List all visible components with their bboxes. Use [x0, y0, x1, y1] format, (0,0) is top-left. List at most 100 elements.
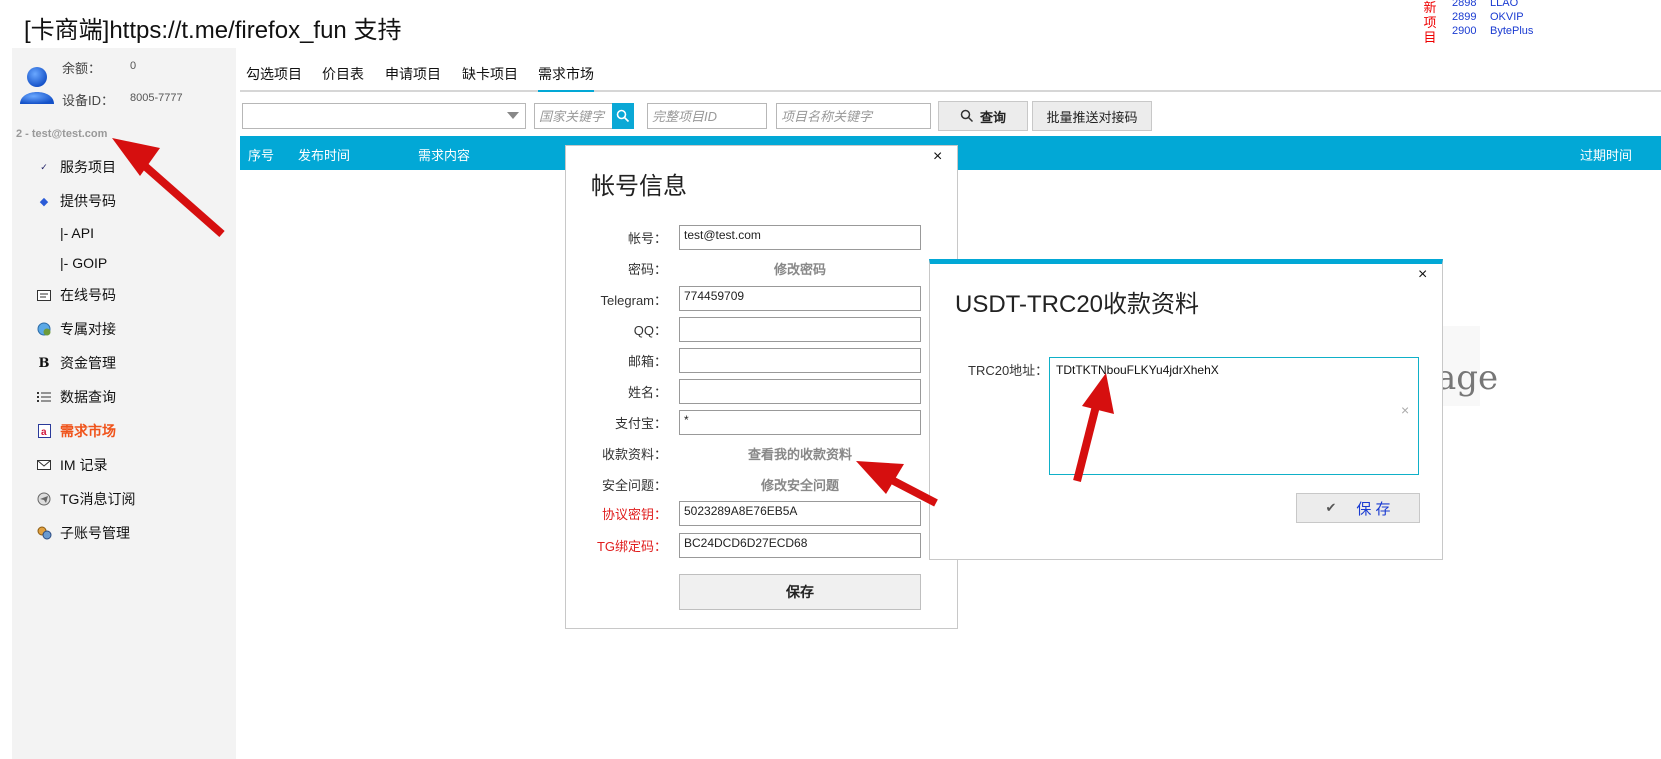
new-projects-panel: 新项目 2898 LLAO 2899 OKVIP 2900 BytePlus — [1422, 0, 1642, 48]
sidebar-item-sub-accounts[interactable]: 子账号管理 — [12, 516, 236, 550]
account-label: 帐号： — [627, 231, 667, 246]
device-id-label: 设备ID： — [62, 93, 115, 108]
market-icon: a — [36, 423, 52, 439]
watermark-text: age — [1436, 358, 1499, 398]
trc20-address-field[interactable]: TDtTKTNbouFLKYu4jdrXhehX — [1049, 357, 1419, 475]
app-title: [卡商端]https://t.me/firefox_fun 支持 — [24, 17, 402, 44]
close-icon[interactable]: × — [1418, 266, 1427, 284]
batch-push-button[interactable]: 批量推送对接码 — [1032, 101, 1152, 131]
view-payment-info-link[interactable]: 查看我的收款资料 — [679, 444, 921, 463]
tab-demand-market[interactable]: 需求市场 — [538, 60, 594, 92]
new-projects-label: 新项目 — [1423, 0, 1437, 45]
name-field[interactable] — [679, 379, 921, 404]
col-expire-time: 过期时间 — [1580, 148, 1633, 163]
col-publish-time: 发布时间 — [298, 148, 351, 163]
usdt-payment-dialog: × USDT-TRC20收款资料 TRC20地址： TDtTKTNbouFLKY… — [929, 259, 1443, 560]
sidebar-item-demand-market[interactable]: a 需求市场 — [12, 414, 236, 448]
close-icon[interactable]: × — [933, 148, 942, 166]
sidebar-item-dedicated[interactable]: 专属对接 — [12, 312, 236, 346]
sidebar-item-service[interactable]: ✓ 服务项目 — [12, 150, 236, 184]
sidebar-item-label: IM 记录 — [60, 457, 108, 473]
payment-info-label: 收款资料： — [601, 447, 667, 462]
tab-missing-card[interactable]: 缺卡项目 — [462, 60, 518, 92]
sidebar-item-label: TG消息订阅 — [60, 491, 136, 507]
usdt-dialog-title: USDT-TRC20收款资料 — [955, 291, 1200, 318]
new-project-name: BytePlus — [1490, 25, 1534, 37]
password-label: 密码： — [627, 262, 667, 277]
tg-bind-code-label: TG绑定码： — [596, 539, 667, 554]
abc-check-icon: ✓ — [40, 161, 48, 172]
change-security-question-link[interactable]: 修改安全问题 — [679, 475, 921, 494]
new-project-name: LLAO — [1490, 0, 1519, 9]
sidebar-item-online-number[interactable]: 在线号码 — [12, 278, 236, 312]
sidebar-item-label: 专属对接 — [60, 321, 116, 337]
security-question-label: 安全问题： — [601, 478, 667, 493]
new-project-name: OKVIP — [1490, 11, 1524, 23]
sidebar-item-provide-number[interactable]: ◆ 提供号码 — [12, 184, 236, 218]
toolbar: 查询 批量推送对接码 — [242, 100, 1242, 131]
users-icon — [36, 525, 52, 541]
sidebar-item-label: 资金管理 — [60, 355, 116, 371]
balance-label: 余额： — [62, 61, 102, 76]
sidebar-item-label: |- GOIP — [60, 255, 108, 271]
sidebar-item-tg-subscribe[interactable]: TG消息订阅 — [12, 482, 236, 516]
alipay-label: 支付宝： — [614, 416, 667, 431]
tab-selected-projects[interactable]: 勾选项目 — [246, 60, 302, 92]
sidebar: 余额： 0 设备ID： 8005-7777 2 - test@test.com … — [12, 48, 236, 759]
search-icon[interactable] — [612, 103, 634, 129]
new-project-id: 2899 — [1452, 11, 1477, 23]
account-info-dialog: × 帐号信息 帐号： test@test.com 密码： 修改密码 Telegr… — [565, 145, 958, 629]
qq-field[interactable] — [679, 317, 921, 342]
email-label: 邮箱： — [627, 354, 667, 369]
new-project-row: 2898 LLAO — [1452, 0, 1533, 10]
account-field[interactable]: test@test.com — [679, 225, 921, 250]
query-button[interactable]: 查询 — [938, 101, 1028, 131]
sidebar-item-data-query[interactable]: 数据查询 — [12, 380, 236, 414]
change-password-link[interactable]: 修改密码 — [679, 259, 921, 278]
sidebar-item-goip[interactable]: |- GOIP — [12, 248, 236, 278]
tab-price-list[interactable]: 价目表 — [322, 60, 364, 92]
globe-user-icon — [36, 321, 52, 337]
account-dialog-title: 帐号信息 — [591, 173, 687, 200]
sidebar-item-im-records[interactable]: IM 记录 — [12, 448, 236, 482]
sidebar-item-api[interactable]: |- API — [12, 218, 236, 248]
new-project-id: 2898 — [1452, 0, 1477, 9]
tg-bind-code-field[interactable]: BC24DCD6D27ECD68 — [679, 533, 921, 558]
alipay-field[interactable]: * — [679, 410, 921, 435]
sidebar-item-label: 服务项目 — [60, 159, 116, 175]
new-projects-list: 2898 LLAO 2899 OKVIP 2900 BytePlus — [1452, 0, 1533, 38]
name-label: 姓名： — [627, 385, 667, 400]
sidebar-item-label: 需求市场 — [60, 423, 116, 439]
tab-bar: 勾选项目 价目表 申请项目 缺卡项目 需求市场 — [240, 60, 1661, 92]
project-id-input[interactable] — [647, 103, 767, 129]
mail-icon — [36, 457, 52, 473]
col-demand-content: 需求内容 — [418, 148, 471, 163]
usdt-save-button[interactable]: ✔ 保 存 — [1296, 493, 1420, 523]
balance-value: 0 — [130, 60, 137, 72]
sidebar-item-label: 数据查询 — [60, 389, 116, 405]
account-line[interactable]: 2 - test@test.com — [16, 128, 107, 140]
sidebar-nav: ✓ 服务项目 ◆ 提供号码 |- API |- GOIP 在线号码 专属对接 B — [12, 150, 236, 550]
tab-apply-project[interactable]: 申请项目 — [385, 60, 441, 92]
qq-label: QQ： — [633, 323, 667, 338]
project-name-input[interactable] — [776, 103, 931, 129]
avatar-icon — [20, 67, 54, 104]
country-keyword-input[interactable] — [534, 103, 614, 129]
protocol-key-field[interactable]: 5023289A8E76EB5A — [679, 501, 921, 526]
sidebar-item-label: 提供号码 — [60, 193, 116, 209]
list-icon — [36, 389, 52, 405]
query-button-label: 查询 — [979, 109, 1006, 125]
arrow-icon: ◆ — [39, 195, 49, 208]
category-select[interactable] — [242, 103, 526, 129]
sidebar-item-label: 在线号码 — [60, 287, 116, 303]
telegram-field[interactable]: 774459709 — [679, 286, 921, 311]
trc20-address-label: TRC20地址： — [968, 363, 1049, 378]
new-project-row: 2900 BytePlus — [1452, 24, 1533, 38]
save-button[interactable]: 保存 — [679, 574, 921, 610]
clear-icon[interactable]: × — [1401, 402, 1409, 418]
card-icon — [36, 287, 52, 303]
sidebar-item-funds[interactable]: B 资金管理 — [12, 346, 236, 380]
email-field[interactable] — [679, 348, 921, 373]
sidebar-item-label: |- API — [60, 225, 94, 241]
new-project-id: 2900 — [1452, 25, 1477, 37]
